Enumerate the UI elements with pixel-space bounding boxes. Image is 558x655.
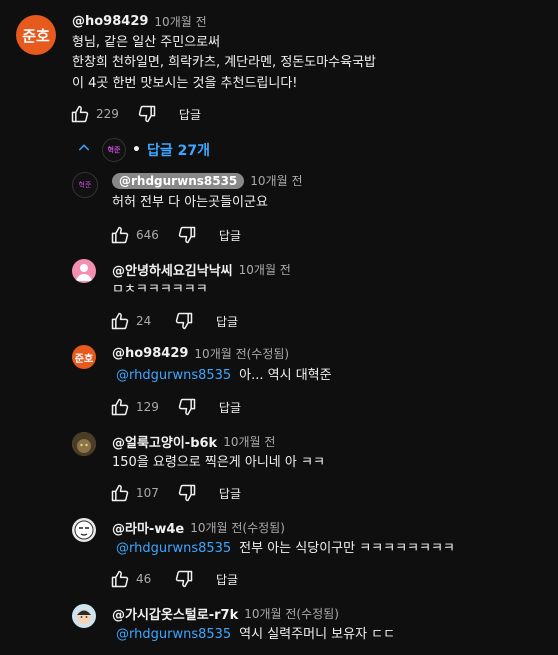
thumbs-up-icon[interactable] [110, 397, 130, 417]
reply-text: 150을 요령으로 찍은게 아니네 아 ㅋㅋ [112, 453, 325, 473]
reply-header: @얼룩고양이-b6k 10개월 전 [112, 432, 275, 451]
reply-time[interactable]: 10개월 전(수정됨) [190, 519, 285, 536]
like-count: 129 [136, 400, 159, 414]
reply-time[interactable]: 10개월 전 [250, 172, 302, 189]
reply-button[interactable]: 답글 [219, 227, 241, 244]
avatar-text: 준호 [22, 26, 50, 45]
reply-text-body: 150을 요령으로 찍은게 아니네 아 ㅋㅋ [112, 455, 325, 470]
reply-author[interactable]: @얼룩고양이-b6k [112, 432, 217, 451]
thumbs-down-icon[interactable] [174, 311, 194, 331]
reply-header: @rhdgurwns8535 10개월 전 [112, 172, 303, 189]
thumbs-down-icon[interactable] [177, 397, 197, 417]
reply-time[interactable]: 10개월 전(수정됨) [244, 605, 339, 622]
cat-photo-icon [72, 432, 96, 456]
thumbs-up-icon[interactable] [110, 483, 130, 503]
avatar-face[interactable] [72, 518, 96, 542]
separator-dot: • [132, 142, 141, 158]
reply-text: ㅁㅊㅋㅋㅋㅋㅋㅋ [112, 280, 208, 300]
reply-text-body: 역시 실력주머니 보유자 ㄷㄷ [239, 627, 396, 642]
thumbs-down-icon[interactable] [177, 225, 197, 245]
thumbs-up-icon[interactable] [110, 225, 130, 245]
chevron-up-icon [76, 140, 92, 160]
reply-author[interactable]: @가시갑옷스털로-r7k [112, 604, 238, 623]
reply-author[interactable]: @안녕하세요김낙낙씨 [112, 260, 233, 279]
comment-header: @ho98429 10개월 전 [72, 13, 207, 30]
thumbs-down-icon[interactable] [137, 104, 157, 124]
reply-text-body: 아... 역시 대혁준 [239, 368, 332, 383]
thumbs-down-icon[interactable] [177, 483, 197, 503]
thumbs-down-icon[interactable] [174, 569, 194, 589]
comment-text-line-2: 한창희 천하일면, 희락카츠, 계단라멘, 정돈도마수육국밥 [72, 55, 377, 70]
replier-avatar: 혁준 [102, 138, 126, 162]
reply-text-body: 전부 아는 식당이구만 ㅋㅋㅋㅋㅋㅋㅋㅋ [239, 541, 455, 556]
reply-author[interactable]: @ho98429 [112, 346, 188, 361]
reply-button[interactable]: 답글 [216, 313, 238, 330]
reply-text: @rhdgurwns8535 아... 역시 대혁준 [116, 366, 332, 386]
avatar-cat[interactable] [72, 432, 96, 456]
reply-actions: 46 답글 [110, 569, 238, 589]
avatar-ho98429[interactable]: 준호 [72, 345, 96, 369]
reply-header: @안녕하세요김낙낙씨 10개월 전 [112, 260, 291, 279]
like-count: 646 [136, 228, 159, 242]
reply-author[interactable]: @rhdgurwns8535 [112, 172, 245, 189]
reply-text: @rhdgurwns8535 전부 아는 식당이구만 ㅋㅋㅋㅋㅋㅋㅋㅋ [116, 539, 455, 559]
reply-header: @가시갑옷스털로-r7k 10개월 전(수정됨) [112, 604, 339, 623]
cartoon-boy-icon [77, 610, 91, 624]
reply-text-body: 허허 전부 다 아는곳들이군요 [112, 195, 268, 210]
comment-author[interactable]: @ho98429 [72, 14, 148, 29]
mention-link[interactable]: @rhdgurwns8535 [116, 627, 231, 642]
reply-author[interactable]: @라마-w4e [112, 518, 184, 537]
person-icon [76, 264, 92, 281]
reply-text-body: ㅁㅊㅋㅋㅋㅋㅋㅋ [112, 282, 208, 297]
avatar-rhdgurwns8535[interactable]: 혁준 [72, 172, 98, 198]
comment-actions: 229 답글 [70, 104, 201, 124]
reply-actions: 24 답글 [110, 311, 238, 331]
avatar-text: 혁준 [78, 181, 92, 189]
reply-time[interactable]: 10개월 전 [223, 433, 275, 450]
avatar-ho98429[interactable]: 준호 [16, 15, 56, 55]
comment-time[interactable]: 10개월 전 [154, 13, 206, 30]
reply-time[interactable]: 10개월 전(수정됨) [194, 345, 289, 362]
reply-header: @ho98429 10개월 전(수정됨) [112, 345, 289, 362]
thumbs-up-icon[interactable] [70, 104, 90, 124]
reply-button[interactable]: 답글 [216, 571, 238, 588]
reply-actions: 129 답글 [110, 397, 241, 417]
reply-button[interactable]: 답글 [219, 399, 241, 416]
reply-button[interactable]: 답글 [219, 485, 241, 502]
like-count: 107 [136, 486, 159, 500]
mention-link[interactable]: @rhdgurwns8535 [116, 541, 231, 556]
reply-header: @라마-w4e 10개월 전(수정됨) [112, 518, 285, 537]
face-doodle-icon [74, 520, 94, 540]
avatar-user-pink[interactable] [72, 259, 96, 283]
comment-text-line-3: 이 4곳 한번 맛보시는 것을 추천드립니다! [72, 76, 298, 91]
reply-text: @rhdgurwns8535 역시 실력주머니 보유자 ㄷㄷ [116, 625, 395, 645]
like-count: 229 [96, 107, 119, 121]
thumbs-up-icon[interactable] [110, 569, 130, 589]
reply-button[interactable]: 답글 [179, 106, 201, 123]
comment-text-line-1: 형님, 같은 일산 주민으로써 [72, 35, 221, 50]
thumbs-up-icon[interactable] [110, 311, 130, 331]
avatar-text: 준호 [74, 353, 94, 365]
avatar-boy[interactable] [72, 604, 96, 628]
reply-text: 허허 전부 다 아는곳들이군요 [112, 193, 268, 213]
like-count: 46 [136, 572, 152, 586]
replies-count-label: 답글 27개 [146, 143, 210, 159]
mention-link[interactable]: @rhdgurwns8535 [116, 368, 231, 383]
reply-time[interactable]: 10개월 전 [239, 261, 291, 278]
like-count: 24 [136, 314, 152, 328]
replies-toggle[interactable]: 혁준 • 답글 27개 [76, 138, 210, 162]
reply-actions: 646 답글 [110, 225, 241, 245]
reply-actions: 107 답글 [110, 483, 241, 503]
